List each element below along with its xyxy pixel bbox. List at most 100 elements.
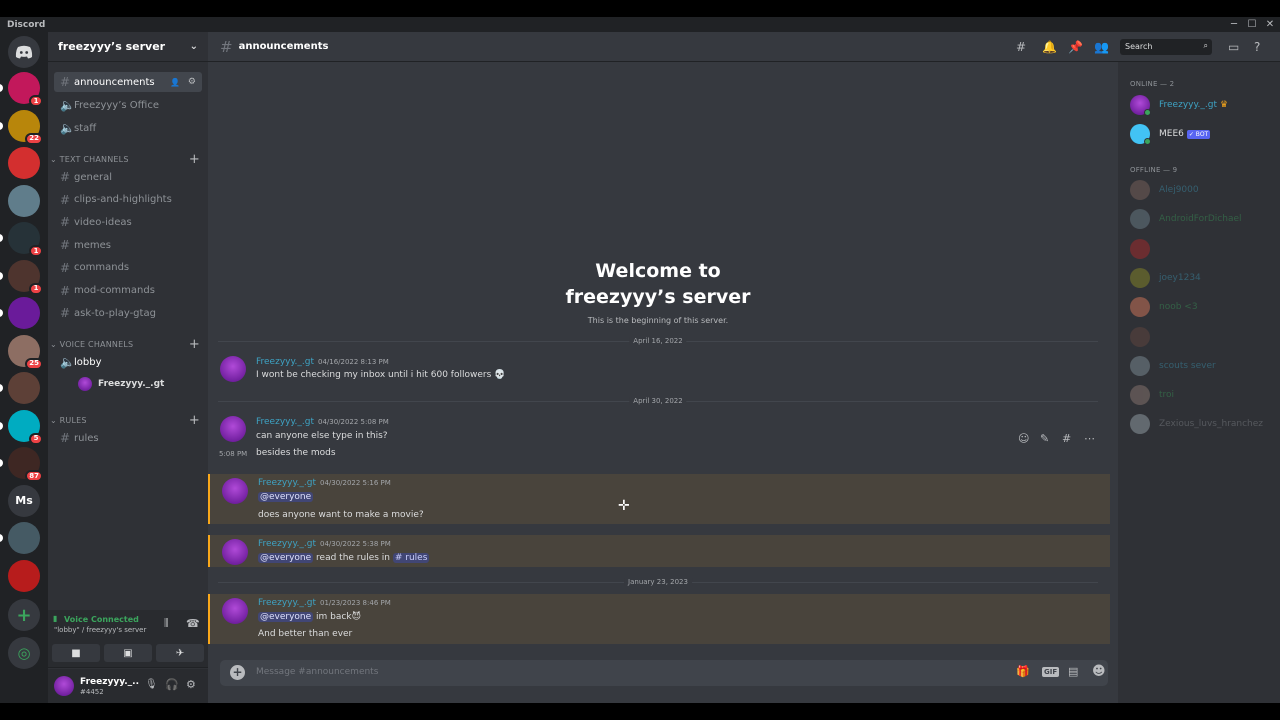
member-item[interactable]: Freezyyy._.gt ♛ [1130,94,1228,116]
server-icon[interactable] [8,147,40,179]
member-item[interactable] [1130,326,1159,348]
create-thread-icon[interactable]: # [1062,432,1071,445]
server-icon[interactable]: Ms [8,484,40,517]
server-icon[interactable] [8,184,40,217]
channel-commands[interactable]: # commands [54,258,202,278]
discord-home-button[interactable] [8,36,40,68]
channel-announcements[interactable]: # announcements 👤 ⚙ [54,72,202,92]
message[interactable]: Freezyyy._.gt 04/30/2022 5:16 PM @everyon… [208,474,1110,524]
author-name[interactable]: Freezyyy._.gt [258,478,316,488]
pin-icon[interactable]: 📌 [1068,40,1083,54]
attach-plus-icon[interactable]: + [230,665,245,680]
channel-freezyyys-office[interactable]: 🔈 Freezyyy’s Office [54,95,202,115]
channel-mod-commands[interactable]: # mod-commands [54,281,202,301]
add-channel-icon[interactable]: + [189,413,200,428]
message-input[interactable]: Message #announcements [256,667,378,677]
member-item[interactable]: Alej9000 [1130,179,1199,201]
channel-clips-and-highlights[interactable]: # clips-and-highlights [54,190,202,210]
members-icon[interactable]: 👥 [1094,40,1109,54]
message[interactable]: Freezyyy._.gt 01/23/2023 8:46 PM @everyon… [208,594,1110,644]
threads-icon[interactable]: # [1016,40,1026,54]
inbox-icon[interactable]: ▭ [1228,40,1239,54]
channel-video-ideas[interactable]: # video-ideas [54,212,202,232]
channel-general[interactable]: # general [54,167,202,187]
server-icon[interactable]: 87 [8,447,43,482]
channel-link[interactable]: # rules [392,553,430,563]
screen-share-button[interactable]: ▣ [104,644,152,662]
category-text-channels[interactable]: ⌄ TEXT CHANNELS + [50,152,200,167]
author-name[interactable]: Freezyyy._.gt [258,539,316,549]
avatar[interactable] [222,598,248,624]
headphones-icon[interactable]: 🎧 [165,678,179,691]
author-name[interactable]: Freezyyy._.gt [258,598,316,608]
everyone-mention[interactable]: @everyone [258,553,314,563]
member-item[interactable]: MEE6 ✓ BOT [1130,123,1211,145]
minimize-icon[interactable]: ─ [1226,17,1242,32]
close-icon[interactable]: ✕ [1262,17,1278,32]
avatar[interactable] [222,539,248,565]
message[interactable]: Freezyyy._.gt 04/16/2022 8:13 PM I wont b… [208,352,1110,388]
server-header[interactable]: freezyyy’s server ⌄ [48,32,208,62]
server-icon[interactable] [8,559,40,592]
add-channel-icon[interactable]: + [189,152,200,167]
emoji-icon[interactable]: ☻ [1092,664,1106,679]
maximize-icon[interactable]: ☐ [1244,17,1260,32]
microphone-icon[interactable]: 🎙 [145,679,158,690]
user-settings-icon[interactable]: ⚙ [186,678,196,691]
bell-icon[interactable]: 🔔 [1042,40,1057,54]
server-icon[interactable]: 1 [8,72,43,107]
gift-icon[interactable]: 🎁 [1016,665,1030,678]
server-icon[interactable]: 1 [8,222,43,257]
author-name[interactable]: Freezyyy._.gt [256,357,314,367]
server-icon[interactable] [8,297,40,329]
category-voice-channels[interactable]: ⌄ VOICE CHANNELS + [50,337,200,352]
disconnect-icon[interactable]: ☎ [186,617,200,630]
search-input[interactable]: Search ⌕ [1120,39,1212,55]
server-icon[interactable]: 5 [8,409,43,445]
everyone-mention[interactable]: @everyone [258,612,314,622]
gear-icon[interactable]: ⚙ [188,77,196,87]
help-icon[interactable]: ? [1254,40,1260,54]
channel-ask-to-play-gtag[interactable]: # ask-to-play-gtag [54,303,202,323]
server-icon[interactable]: 1 [8,259,43,295]
server-icon[interactable] [8,522,40,554]
avatar[interactable] [220,356,246,382]
server-icon[interactable] [8,372,40,404]
member-item[interactable]: troi [1130,384,1174,406]
avatar[interactable] [220,416,246,442]
author-name[interactable]: Freezyyy._.gt [256,417,314,427]
invite-icon[interactable]: 👤 [170,78,180,87]
channel-staff[interactable]: 🔈 staff [54,118,202,138]
server-icon[interactable]: 22 [8,109,43,145]
voice-user[interactable]: Freezyyy._.gt [78,375,164,393]
message[interactable]: Freezyyy._.gt 04/30/2022 5:38 PM @everyon… [208,535,1110,567]
chevron-down-icon[interactable]: ⌄ [190,41,198,52]
sticker-icon[interactable]: ▤ [1068,665,1078,678]
category-rules[interactable]: ⌄ RULES + [50,413,200,428]
everyone-mention[interactable]: @everyone [258,492,314,502]
member-item[interactable] [1130,238,1159,260]
add-server-button[interactable]: + [8,599,40,631]
noise-suppression-icon[interactable]: ⫼ [164,618,169,629]
channel-memes[interactable]: # memes [54,235,202,255]
message[interactable]: Freezyyy._.gt 04/30/2022 5:08 PM can anyo… [208,412,1110,464]
avatar[interactable] [222,478,248,504]
activity-button[interactable]: ✈ [156,644,204,662]
avatar[interactable] [54,676,74,696]
member-item[interactable]: AndroidForDichael [1130,208,1242,230]
edit-icon[interactable]: ✎ [1040,432,1049,445]
server-icon[interactable]: 25 [8,334,43,370]
gif-icon[interactable]: GIF [1042,667,1060,677]
add-channel-icon[interactable]: + [189,337,200,352]
channel-lobby[interactable]: 🔈 lobby [54,352,202,372]
more-icon[interactable]: ⋯ [1084,432,1095,445]
video-button[interactable]: ■ [52,644,100,662]
member-item[interactable]: noob <3 [1130,296,1198,318]
explore-servers-button[interactable]: ◎ [8,637,40,669]
member-item[interactable]: scouts sever [1130,355,1216,377]
member-item[interactable]: joey1234 [1130,267,1201,289]
message-composer[interactable]: + Message #announcements 🎁 GIF ▤ ☻ [220,660,1108,686]
channel-rules[interactable]: # rules [54,428,202,448]
add-reaction-icon[interactable]: ☺ [1018,432,1029,445]
member-item[interactable]: Zexious_luvs_hranchez [1130,413,1263,435]
